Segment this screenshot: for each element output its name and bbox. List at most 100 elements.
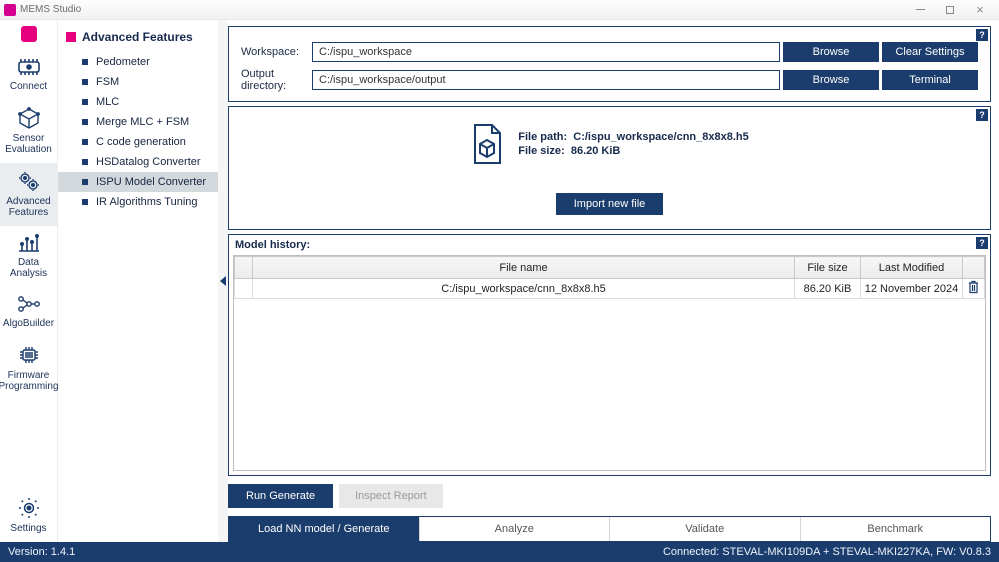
connect-icon bbox=[16, 56, 42, 78]
nav-label: MLC bbox=[96, 96, 119, 108]
nav-label: FSM bbox=[96, 76, 119, 88]
gears-icon bbox=[16, 169, 42, 193]
rail-label: Connect bbox=[10, 81, 47, 92]
chart-icon bbox=[16, 232, 42, 254]
workspace-input[interactable] bbox=[312, 42, 780, 62]
bullet-icon bbox=[82, 179, 88, 185]
model-history-table: File name File size Last Modified C:/isp… bbox=[233, 255, 986, 471]
bullet-icon bbox=[82, 139, 88, 145]
rail-label: Sensor Evaluation bbox=[5, 133, 52, 155]
file-info-panel: ? File path: C:/ispu_workspace/cnn_8x8x8… bbox=[228, 106, 991, 230]
cell-file-size: 86.20 KiB bbox=[795, 279, 861, 299]
app-accent-square bbox=[21, 26, 37, 42]
col-file-name[interactable]: File name bbox=[253, 257, 795, 279]
window-titlebar: MEMS Studio × bbox=[0, 0, 999, 20]
left-rail: Connect Sensor Evaluation Advanced Featu… bbox=[0, 20, 58, 542]
output-dir-input[interactable] bbox=[312, 70, 780, 90]
tab-benchmark[interactable]: Benchmark bbox=[801, 517, 991, 541]
import-new-file-button[interactable]: Import new file bbox=[556, 193, 664, 215]
bullet-icon bbox=[82, 79, 88, 85]
cell-file-name: C:/ispu_workspace/cnn_8x8x8.h5 bbox=[253, 279, 795, 299]
nav-label: Pedometer bbox=[96, 56, 150, 68]
help-button[interactable]: ? bbox=[976, 237, 988, 249]
nav-item-c-code-generation[interactable]: C code generation bbox=[58, 132, 218, 152]
nav-item-merge-mlc-fsm[interactable]: Merge MLC + FSM bbox=[58, 112, 218, 132]
maximize-icon bbox=[946, 6, 954, 14]
panel-collapse-handle[interactable] bbox=[218, 20, 228, 542]
rail-label: Advanced Features bbox=[6, 196, 50, 218]
window-close-button[interactable]: × bbox=[965, 1, 995, 19]
workspace-panel: ? Workspace: Browse Clear Settings Outpu… bbox=[228, 26, 991, 102]
workspace-browse-button[interactable]: Browse bbox=[783, 42, 879, 62]
window-minimize-button[interactable] bbox=[905, 1, 935, 19]
col-last-modified[interactable]: Last Modified bbox=[861, 257, 963, 279]
chip-icon bbox=[16, 343, 42, 367]
rail-item-connect[interactable]: Connect bbox=[0, 50, 57, 100]
status-bar: Version: 1.4.1 Connected: STEVAL-MKI109D… bbox=[0, 542, 999, 562]
output-browse-button[interactable]: Browse bbox=[783, 70, 879, 90]
run-generate-button[interactable]: Run Generate bbox=[228, 484, 333, 508]
help-button[interactable]: ? bbox=[976, 109, 988, 121]
rail-item-firmware-programming[interactable]: Firmware Programming bbox=[0, 337, 57, 400]
col-select bbox=[235, 257, 253, 279]
inspect-report-button[interactable]: Inspect Report bbox=[339, 484, 443, 508]
rail-item-settings[interactable]: Settings bbox=[0, 490, 57, 542]
bullet-icon bbox=[82, 159, 88, 165]
rail-label: Data Analysis bbox=[10, 257, 47, 279]
rail-item-advanced-features[interactable]: Advanced Features bbox=[0, 163, 57, 226]
model-file-icon bbox=[470, 123, 504, 165]
cube-icon bbox=[16, 106, 42, 130]
bottom-tab-bar: Load NN model / Generate Analyze Validat… bbox=[228, 516, 991, 542]
nav-item-ir-algorithms-tuning[interactable]: IR Algorithms Tuning bbox=[58, 192, 218, 212]
nav-item-pedometer[interactable]: Pedometer bbox=[58, 52, 218, 72]
terminal-button[interactable]: Terminal bbox=[882, 70, 978, 90]
rail-item-sensor-evaluation[interactable]: Sensor Evaluation bbox=[0, 100, 57, 163]
status-connected: Connected: STEVAL-MKI109DA + STEVAL-MKI2… bbox=[663, 546, 991, 558]
nav-item-fsm[interactable]: FSM bbox=[58, 72, 218, 92]
graph-icon bbox=[16, 293, 42, 315]
file-path-value: C:/ispu_workspace/cnn_8x8x8.h5 bbox=[573, 131, 748, 143]
cell-last-modified: 12 November 2024 bbox=[861, 279, 963, 299]
row-select-cell[interactable] bbox=[235, 279, 253, 299]
file-info-text: File path: C:/ispu_workspace/cnn_8x8x8.h… bbox=[518, 130, 748, 158]
workspace-label: Workspace: bbox=[241, 46, 309, 58]
model-history-panel: ? Model history: File name File size Las… bbox=[228, 234, 991, 476]
rail-item-data-analysis[interactable]: Data Analysis bbox=[0, 226, 57, 287]
rail-label: AlgoBuilder bbox=[3, 318, 54, 329]
gear-icon bbox=[17, 496, 41, 520]
tab-load-generate[interactable]: Load NN model / Generate bbox=[229, 517, 420, 541]
nav-item-mlc[interactable]: MLC bbox=[58, 92, 218, 112]
rail-label: Firmware Programming bbox=[0, 370, 59, 392]
file-size-value: 86.20 KiB bbox=[571, 145, 621, 157]
table-header-row: File name File size Last Modified bbox=[235, 257, 985, 279]
help-button[interactable]: ? bbox=[976, 29, 988, 41]
rail-label: Settings bbox=[10, 523, 46, 534]
table-row[interactable]: C:/ispu_workspace/cnn_8x8x8.h5 86.20 KiB… bbox=[235, 279, 985, 299]
clear-settings-button[interactable]: Clear Settings bbox=[882, 42, 978, 62]
side-nav-heading-text: Advanced Features bbox=[82, 30, 193, 44]
tab-analyze[interactable]: Analyze bbox=[420, 517, 611, 541]
nav-item-ispu-model-converter[interactable]: ISPU Model Converter bbox=[58, 172, 218, 192]
app-icon bbox=[4, 4, 16, 16]
close-icon: × bbox=[976, 5, 984, 15]
bullet-icon bbox=[82, 99, 88, 105]
file-path-label: File path: bbox=[518, 131, 567, 143]
window-maximize-button[interactable] bbox=[935, 1, 965, 19]
nav-label: HSDatalog Converter bbox=[96, 156, 201, 168]
bullet-icon bbox=[82, 59, 88, 65]
side-nav-heading: Advanced Features bbox=[58, 27, 218, 52]
nav-item-hsdatalog-converter[interactable]: HSDatalog Converter bbox=[58, 152, 218, 172]
nav-label: IR Algorithms Tuning bbox=[96, 196, 198, 208]
row-delete-button[interactable] bbox=[963, 279, 985, 299]
bullet-icon bbox=[82, 199, 88, 205]
file-size-label: File size: bbox=[518, 145, 564, 157]
col-delete bbox=[963, 257, 985, 279]
tab-validate[interactable]: Validate bbox=[610, 517, 801, 541]
col-file-size[interactable]: File size bbox=[795, 257, 861, 279]
nav-label: C code generation bbox=[96, 136, 186, 148]
nav-label: ISPU Model Converter bbox=[96, 176, 206, 188]
rail-item-algobuilder[interactable]: AlgoBuilder bbox=[0, 287, 57, 337]
bullet-icon bbox=[82, 119, 88, 125]
trash-icon bbox=[967, 280, 980, 297]
status-version: Version: 1.4.1 bbox=[8, 546, 75, 558]
